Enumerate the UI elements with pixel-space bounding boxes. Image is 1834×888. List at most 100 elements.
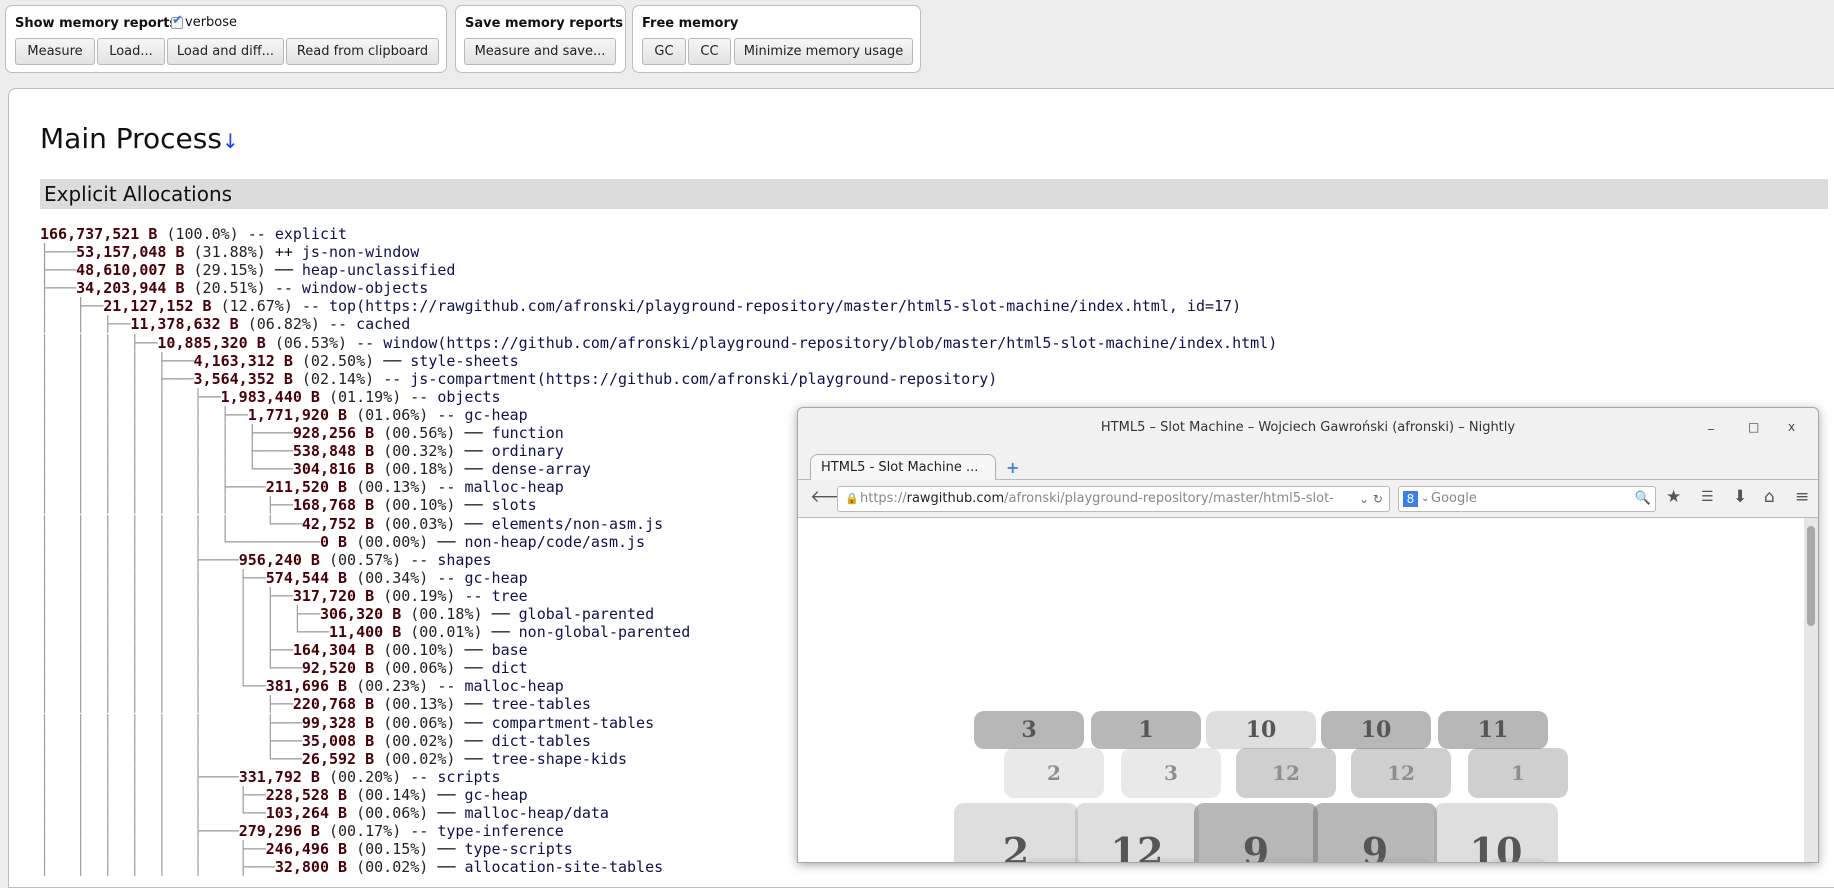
tree-lines: │ │ │ │ │ │ ├── [40, 785, 266, 804]
load-and-diff-button[interactable]: Load and diff... [167, 38, 284, 65]
maximize-button[interactable]: □ [1748, 420, 1759, 434]
dropdown-icon[interactable]: ⌄ [1421, 487, 1429, 511]
vertical-scrollbar[interactable] [1804, 518, 1818, 862]
amount: 211,520 B [265, 478, 348, 497]
tree-row[interactable]: │ │ │ │ │ ├──1,983,440 B (01.19%) -- obj… [40, 388, 1277, 406]
tree-lines: │ │ │ ├── [40, 333, 158, 352]
percent: (00.34%) [356, 568, 429, 587]
percent: (00.06%) [356, 804, 429, 822]
separator: ── [464, 460, 483, 479]
report-name: cached [356, 315, 411, 334]
separator: ++ [274, 243, 293, 262]
amount: 304,816 B [292, 460, 375, 479]
tree-lines: │ │ │ │ │ │ └─── [40, 749, 302, 768]
amount: 928,256 B [292, 424, 375, 443]
amount: 48,610,007 B [76, 261, 185, 280]
url-field[interactable]: 🔒 https://rawgithub.com/afronski/playgro… [837, 486, 1390, 512]
verbose-checkbox[interactable]: verbose [171, 13, 237, 30]
tree-row[interactable]: │ │ │ │ ├───3,564,352 B (02.14%) -- js-c… [40, 370, 1277, 388]
scrollbar-thumb[interactable] [1807, 526, 1815, 626]
percent: (02.14%) [301, 369, 375, 388]
new-tab-button[interactable]: + [1006, 458, 1019, 477]
slot-tile: 10 [1321, 711, 1431, 749]
tree-row[interactable]: ├───34,203,944 B (20.51%) -- window-obje… [40, 279, 1277, 297]
tree-row[interactable]: │ │ ├──11,378,632 B (06.82%) -- cached [40, 315, 1277, 333]
percent: (00.02%) [383, 749, 456, 768]
minimize-memory-usage-button[interactable]: Minimize memory usage [734, 38, 913, 65]
tree-row[interactable]: ├───53,157,048 B (31.88%) ++ js-non-wind… [40, 243, 1277, 261]
load-button[interactable]: Load... [97, 38, 165, 65]
close-button[interactable]: x [1788, 420, 1795, 434]
amount: 1,983,440 B [220, 387, 320, 406]
percent: (00.18%) [383, 460, 456, 479]
amount: 1,771,920 B [247, 405, 348, 424]
url-path: /afronski/playground-repository/master/h… [1004, 491, 1334, 506]
amount: 21,127,152 B [103, 297, 212, 316]
tab-slot-machine[interactable]: HTML5 - Slot Machine ... [810, 454, 996, 481]
report-name: js-non-window [301, 243, 420, 262]
download-icon[interactable]: ⬇ [1733, 487, 1747, 507]
checkbox-checked-icon[interactable] [171, 13, 183, 29]
separator: -- [410, 387, 429, 406]
cc-button[interactable]: CC [688, 38, 731, 65]
report-name: malloc-heap/data [464, 804, 609, 822]
bookmarks-list-icon[interactable]: ☰ [1701, 489, 1714, 505]
amount: 166,737,521 B [40, 225, 158, 243]
amount: 32,800 B [274, 858, 348, 877]
tree-lines: ├─── [40, 261, 77, 280]
down-arrow-link[interactable]: ↓ [222, 129, 239, 153]
percent: (00.02%) [383, 731, 456, 750]
tree-lines: │ │ │ │ │ │ ├── [40, 405, 248, 424]
amount: 99,328 B [301, 713, 375, 732]
report-name: objects [437, 387, 501, 406]
lock-icon: 🔒 [845, 492, 859, 505]
slot-tile: 1 [1091, 711, 1201, 749]
measure-button[interactable]: Measure [15, 38, 95, 65]
window-title: HTML5 – Slot Machine – Wojciech Gawrońsk… [1100, 420, 1516, 435]
tree-lines: │ │ │ │ │ ├──── [40, 822, 239, 841]
tree-lines: │ │ │ │ │ │ │ └─── [40, 514, 302, 533]
separator: -- [437, 405, 456, 424]
tree-lines: │ │ │ │ │ │ ├─── [40, 731, 302, 750]
tree-row[interactable]: │ ├──21,127,152 B (12.67%) -- top(https:… [40, 297, 1277, 315]
search-field[interactable]: 8 ⌄ Google 🔍 [1398, 486, 1656, 512]
read-from-clipboard-button[interactable]: Read from clipboard [286, 38, 439, 65]
reload-icon[interactable]: ⌄ ↻ [1359, 487, 1383, 511]
measure-and-save-button[interactable]: Measure and save... [464, 38, 616, 65]
separator: -- [410, 767, 429, 786]
gc-button[interactable]: GC [642, 38, 686, 65]
search-icon[interactable]: 🔍 [1635, 487, 1651, 511]
tree-row: ├───48,610,007 B (29.15%) ── heap-unclas… [40, 261, 1277, 279]
percent: (00.57%) [329, 550, 402, 569]
percent: (00.03%) [383, 514, 456, 533]
amount: 0 B [319, 532, 348, 551]
tree-row[interactable]: │ │ │ ├──10,885,320 B (06.53%) -- window… [40, 334, 1277, 352]
tree-lines: │ │ │ │ ├─── [40, 351, 194, 370]
google-icon[interactable]: 8 [1403, 491, 1418, 507]
report-name: style-sheets [410, 351, 519, 370]
url-host: rawgithub.com [906, 491, 1005, 506]
percent: (00.17%) [329, 822, 402, 841]
report-name: dict-tables [491, 731, 591, 750]
amount: 103,264 B [265, 804, 348, 822]
minimize-button[interactable]: _ [1708, 416, 1714, 430]
tree-lines: │ │ │ │ │ │ └────────── [40, 532, 320, 551]
tree-lines: │ │ │ │ │ │ └── [40, 804, 266, 822]
separator: ── [464, 424, 483, 443]
amount: 42,752 B [301, 514, 375, 533]
tree-lines: ├─── [40, 243, 77, 262]
tree-lines: │ │ │ │ │ │ ├── [40, 840, 266, 859]
percent: (100.0%) [166, 225, 239, 243]
slot-tile: 10 [1206, 711, 1316, 749]
report-name: dict [491, 659, 528, 678]
url-scheme: https:// [860, 491, 907, 506]
home-icon[interactable]: ⌂ [1764, 487, 1775, 507]
separator: ── [491, 604, 510, 623]
bookmark-star-icon[interactable]: ★ [1666, 487, 1681, 507]
amount: 331,792 B [238, 767, 320, 786]
menu-icon[interactable]: ≡ [1795, 487, 1809, 507]
tree-row[interactable]: 166,737,521 B (100.0%) -- explicit [40, 225, 1277, 243]
slot-tile: 3 [1121, 748, 1221, 798]
report-name: global-parented [518, 604, 655, 623]
slot-tile: 1 [1468, 748, 1568, 798]
